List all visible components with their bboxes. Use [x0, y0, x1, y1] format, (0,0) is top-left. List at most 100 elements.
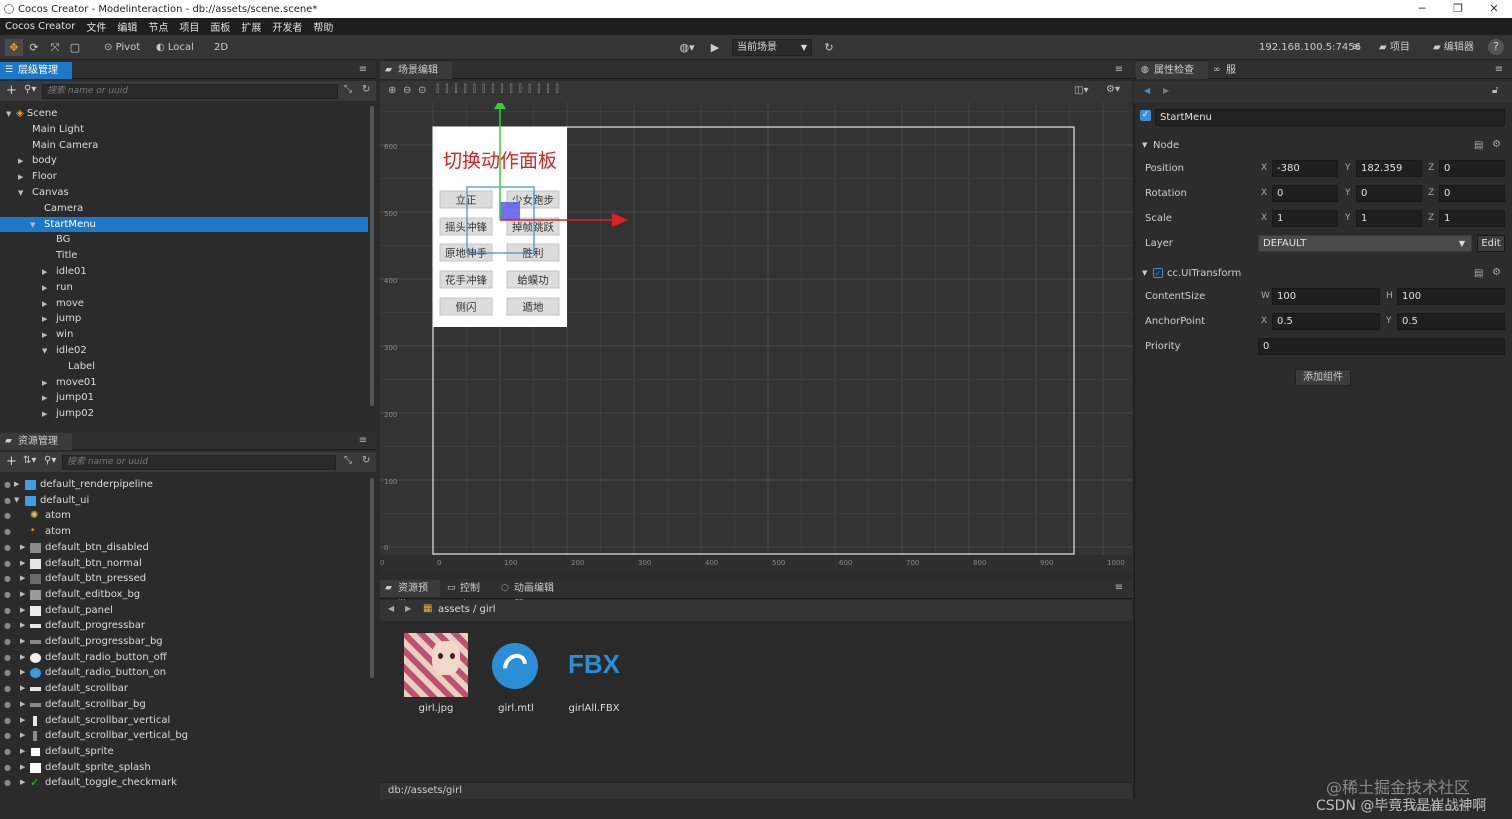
material-icon[interactable]: [492, 643, 538, 689]
rotate-tool-icon[interactable]: ⟳: [25, 39, 43, 56]
node-section-header[interactable]: ▼ Node ▤ ⚙: [1140, 138, 1508, 160]
chevron-right-icon[interactable]: ▶: [18, 154, 28, 170]
menu-help[interactable]: 帮助: [313, 19, 333, 34]
asset-row[interactable]: ● ▶ default_sprite: [0, 744, 370, 760]
chevron-right-icon[interactable]: ▶: [42, 297, 52, 313]
asset-row[interactable]: ● ▶ default_radio_button_off: [0, 650, 370, 666]
content-size-w-field[interactable]: 100: [1272, 288, 1380, 305]
tab-inspector[interactable]: ◍属性检查器: [1136, 62, 1208, 93]
sort-icon[interactable]: ⇅▾: [23, 455, 36, 466]
tree-node[interactable]: ▶ jump: [0, 311, 368, 327]
chevron-right-icon[interactable]: ▶: [20, 556, 25, 572]
add-component-button[interactable]: 添加组件: [1295, 369, 1351, 386]
assets-scrollbar[interactable]: [370, 478, 374, 678]
rotation-z-field[interactable]: 0: [1439, 185, 1505, 202]
chevron-right-icon[interactable]: ▶: [42, 407, 52, 423]
anchor-x-field[interactable]: 0.5: [1272, 313, 1380, 330]
lock-icon[interactable]: ●: [4, 493, 11, 509]
tree-node[interactable]: ▶ jump02: [0, 406, 368, 422]
tree-node[interactable]: ▼ ◈ Scene: [0, 106, 368, 122]
asset-row[interactable]: ● ✺ atom: [0, 508, 370, 524]
chevron-right-icon[interactable]: ▶: [42, 281, 52, 297]
tree-node[interactable]: ▶ Floor: [0, 169, 368, 185]
project-button[interactable]: ▰ 项目: [1379, 39, 1410, 56]
tree-node[interactable]: ▶ body: [0, 153, 368, 169]
menu-node[interactable]: 节点: [148, 19, 168, 34]
hierarchy-scrollbar[interactable]: [370, 106, 374, 406]
tree-node[interactable]: Camera: [0, 201, 368, 217]
assets-search-input[interactable]: 搜索 name or uuid: [62, 455, 336, 470]
doc-icon[interactable]: ▤: [1474, 140, 1483, 151]
preview-ip[interactable]: 192.168.100.5:7456: [1259, 39, 1361, 56]
chevron-right-icon[interactable]: ▶: [20, 775, 25, 791]
chevron-right-icon[interactable]: ▶: [42, 391, 52, 407]
panel-menu-icon[interactable]: ≡: [356, 432, 370, 450]
rect-tool-icon[interactable]: ▢: [66, 39, 84, 56]
rotation-x-field[interactable]: 0: [1272, 185, 1338, 202]
uitransform-section-header[interactable]: ▼ ✓ cc.UITransform ▤ ⚙: [1140, 266, 1508, 288]
refresh-icon[interactable]: ↻: [362, 84, 370, 95]
chevron-right-icon[interactable]: ▶: [20, 540, 25, 556]
menu-file[interactable]: 文件: [86, 19, 106, 34]
zoom-out-icon[interactable]: ⊖: [403, 85, 411, 96]
chevron-right-icon[interactable]: ▶: [42, 376, 52, 392]
panel-menu-icon[interactable]: ≡: [1492, 61, 1506, 79]
editor-button[interactable]: ▰ 编辑器: [1433, 39, 1474, 56]
lock-icon[interactable]: ●: [4, 728, 11, 744]
chevron-down-icon[interactable]: ▼: [6, 107, 16, 123]
lock-icon[interactable]: ●: [4, 556, 11, 572]
menu-extension[interactable]: 扩展: [241, 19, 261, 34]
chevron-right-icon[interactable]: ▶: [42, 328, 52, 344]
lock-icon[interactable]: ●: [4, 587, 11, 603]
lock-icon[interactable]: ●: [4, 697, 11, 713]
play-icon[interactable]: ▶: [706, 39, 724, 56]
position-z-field[interactable]: 0: [1439, 160, 1505, 177]
lock-icon[interactable]: ●: [4, 603, 11, 619]
chevron-right-icon[interactable]: ▶: [20, 760, 25, 776]
tab-console[interactable]: ▭控制台: [442, 580, 494, 611]
scene-select[interactable]: 当前场景 ▼: [732, 39, 812, 56]
rotation-y-field[interactable]: 0: [1356, 185, 1422, 202]
position-x-field[interactable]: -380: [1272, 160, 1338, 177]
tree-node[interactable]: ▼ Canvas: [0, 185, 368, 201]
menu-project[interactable]: 项目: [179, 19, 199, 34]
lock-icon[interactable]: ●: [4, 760, 11, 776]
asset-row[interactable]: ● ▶ default_scrollbar_bg: [0, 697, 370, 713]
asset-row[interactable]: ● ▶ default_scrollbar: [0, 681, 370, 697]
doc-icon[interactable]: ▤: [1474, 268, 1483, 279]
asset-row[interactable]: ● ▶ default_sprite_splash: [0, 760, 370, 776]
asset-row[interactable]: ● ▶ default_btn_disabled: [0, 540, 370, 556]
tab-animation-editor[interactable]: ◌动画编辑器: [496, 580, 568, 611]
asset-row[interactable]: ● ▶ default_editbox_bg: [0, 587, 370, 603]
content-size-h-field[interactable]: 100: [1397, 288, 1505, 305]
chevron-right-icon[interactable]: ▶: [20, 728, 25, 744]
lock-icon[interactable]: ●: [4, 571, 11, 587]
asset-row[interactable]: ● ▶ default_progressbar: [0, 618, 370, 634]
asset-row[interactable]: ● ▶ default_progressbar_bg: [0, 634, 370, 650]
tab-hierarchy[interactable]: ☰层级管理器: [0, 62, 72, 93]
asset-row[interactable]: ● ▶ default_renderpipeline: [0, 477, 370, 493]
back-arrow-icon[interactable]: ◀: [388, 604, 394, 613]
lock-icon[interactable]: ●: [4, 681, 11, 697]
anchor-y-field[interactable]: 0.5: [1397, 313, 1505, 330]
tab-assets[interactable]: ▰资源管理器: [0, 433, 72, 464]
camera-icon[interactable]: ◫▾: [1074, 85, 1088, 96]
chevron-right-icon[interactable]: ▶: [20, 681, 25, 697]
chevron-down-icon[interactable]: ▼: [42, 344, 52, 360]
collapse-icon[interactable]: ⤡: [344, 455, 352, 466]
chevron-right-icon[interactable]: ▶: [18, 170, 28, 186]
asset-row[interactable]: ● ▼ default_ui: [0, 493, 370, 509]
hierarchy-search-input[interactable]: 搜索 name or uuid: [42, 84, 338, 99]
lock-icon[interactable]: ●: [4, 713, 11, 729]
zoom-in-icon[interactable]: ⊕: [388, 85, 396, 96]
tree-node[interactable]: Main Light: [0, 122, 368, 138]
local-toggle[interactable]: ◐ Local: [156, 39, 194, 56]
forward-arrow-icon[interactable]: ▶: [405, 604, 411, 613]
lock-icon[interactable]: ●: [4, 618, 11, 634]
chevron-down-icon[interactable]: ▼: [18, 186, 28, 202]
lock-icon[interactable]: ●: [4, 665, 11, 681]
lock-icon[interactable]: ●: [4, 477, 11, 493]
scale-y-field[interactable]: 1: [1356, 210, 1422, 227]
menu-app[interactable]: Cocos Creator: [5, 21, 75, 32]
lock-icon[interactable]: ●: [4, 650, 11, 666]
